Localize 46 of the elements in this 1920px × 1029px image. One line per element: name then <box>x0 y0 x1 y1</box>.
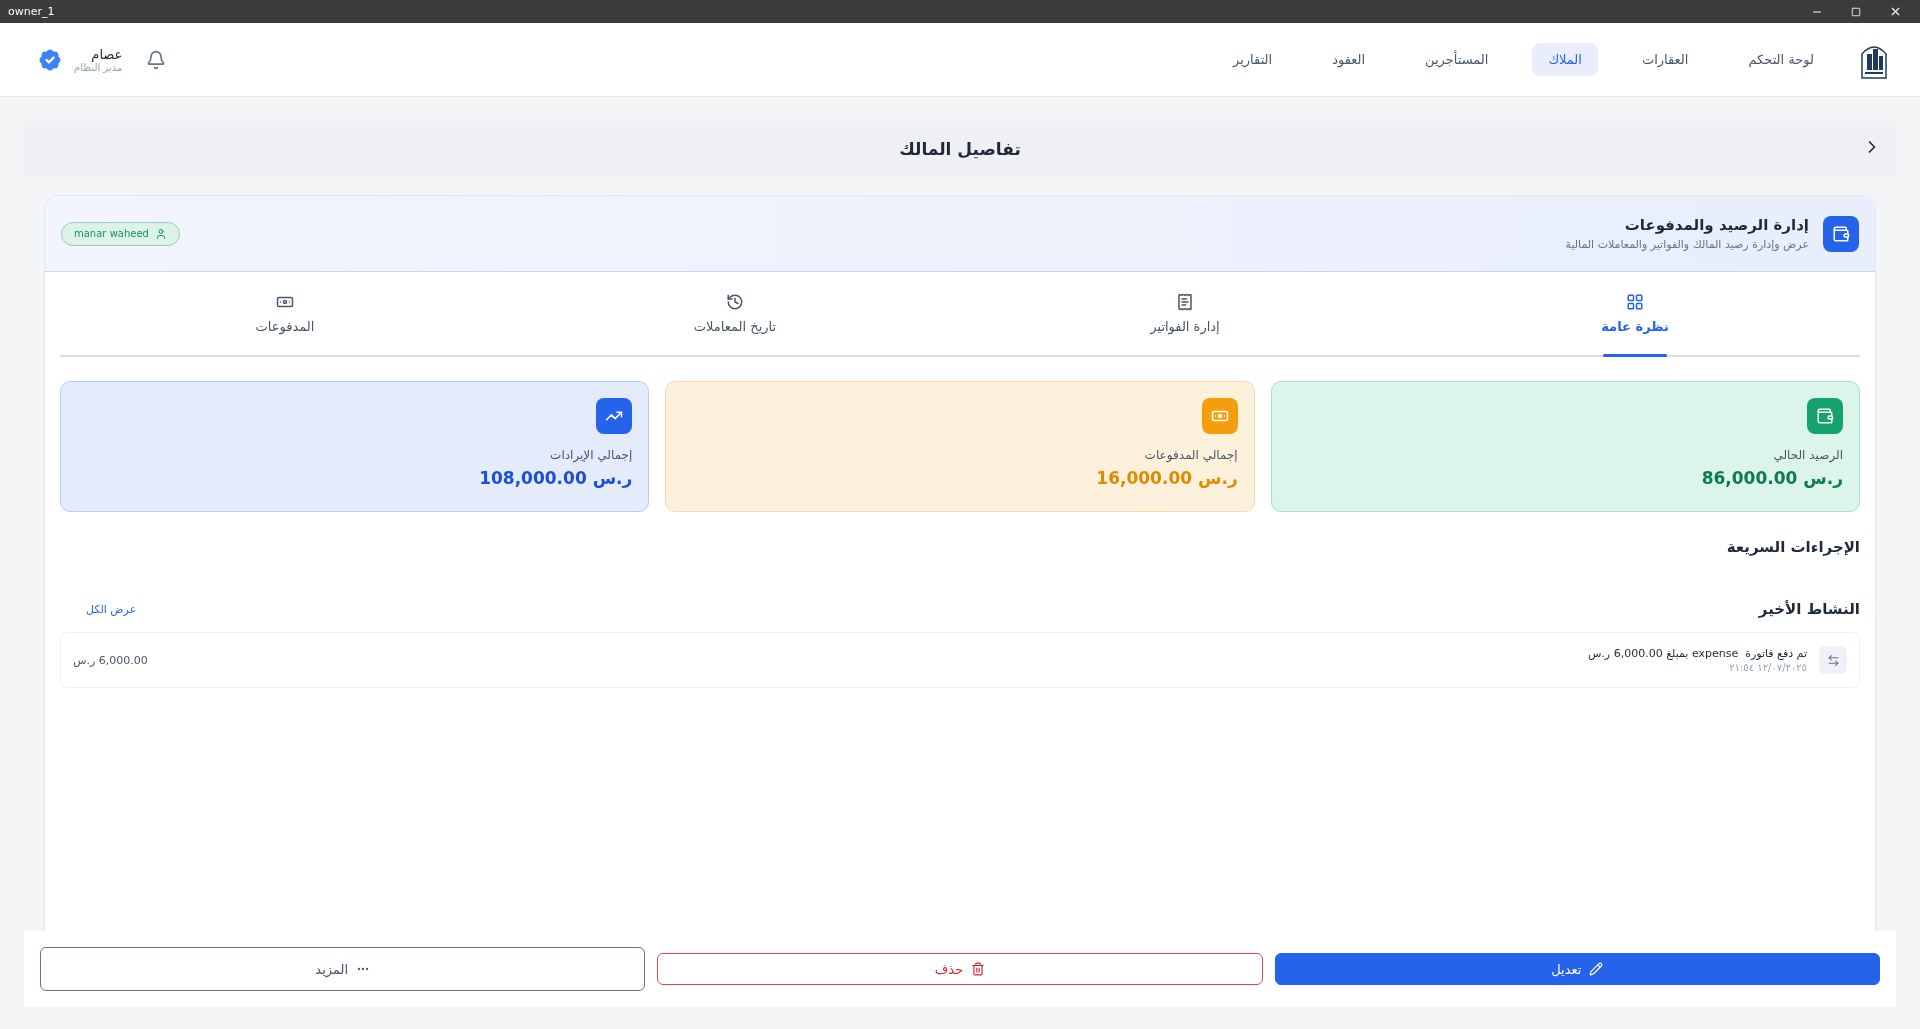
activity-text: تم دفع فاتورة expense بمبلغ 6,000.00 ر.س <box>1587 647 1807 660</box>
notification-bell-icon[interactable] <box>146 49 167 70</box>
user-role: مدير النظام <box>74 61 123 73</box>
quick-actions-heading: الإجراءات السريعة <box>1725 538 1860 556</box>
tab[interactable]: نظرة عامة <box>1410 272 1860 355</box>
page-title: تفاصيل المالك <box>899 139 1021 159</box>
pencil-icon <box>1589 962 1604 976</box>
tab[interactable]: المدفوعات <box>60 272 510 355</box>
stat-value: 108,000.00 ر.س <box>479 468 633 488</box>
trash-icon <box>971 962 986 976</box>
nav-link[interactable]: العقارات <box>1625 43 1705 76</box>
stat-icon <box>596 398 633 434</box>
nav-link[interactable]: لوحة التحكم <box>1732 43 1830 76</box>
wallet-icon <box>1823 215 1859 252</box>
close-icon[interactable] <box>1889 5 1902 18</box>
stat-label: إجمالي المدفوعات <box>1144 448 1238 462</box>
history-icon <box>726 293 744 311</box>
section-title: إدارة الرصيد والمدفوعات <box>1623 216 1809 234</box>
person-icon <box>154 227 167 240</box>
owner-tag: manar waheed <box>61 221 180 246</box>
nav-link[interactable]: الملاك <box>1532 43 1598 76</box>
tab[interactable]: تاريخ المعاملات <box>510 272 960 355</box>
view-all-link[interactable]: عرض الكل <box>86 602 137 616</box>
stat-value: 86,000.00 ر.س <box>1701 468 1843 488</box>
receipt-icon <box>1176 293 1194 311</box>
nav-link[interactable]: المستأجرين <box>1409 43 1505 76</box>
stat-value: 16,000.00 ر.س <box>1096 468 1238 488</box>
stat-label: إجمالي الإيرادات <box>550 448 633 462</box>
window-title: owner_1 <box>8 5 55 18</box>
recent-activity-heading: النشاط الأخير <box>1758 600 1860 618</box>
section-subtitle: عرض وإدارة رصيد المالك والفواتير والمعاملات المالية <box>1565 238 1809 251</box>
transfer-icon <box>1819 646 1847 674</box>
activity-date: ١٢/٠٧/٢٠٢٥ ٢١:٥٤ <box>1728 662 1807 673</box>
stat-label: الرصيد الحالي <box>1773 448 1843 462</box>
action-button[interactable]: المزيد <box>40 947 646 991</box>
nav-link[interactable]: التقارير <box>1217 43 1289 76</box>
grid-icon <box>1626 293 1644 311</box>
stat-icon <box>1201 398 1238 434</box>
action-button[interactable]: حذف <box>657 953 1263 985</box>
nav-link[interactable]: العقود <box>1316 43 1382 76</box>
maximize-icon[interactable] <box>1851 6 1861 17</box>
user-name: عصام <box>91 46 123 62</box>
activity-amount: 6,000.00 ر.س <box>73 653 148 667</box>
stat-icon <box>1807 398 1843 434</box>
action-button[interactable]: تعديل <box>1274 953 1880 985</box>
tab[interactable]: إدارة الفواتير <box>960 272 1410 355</box>
